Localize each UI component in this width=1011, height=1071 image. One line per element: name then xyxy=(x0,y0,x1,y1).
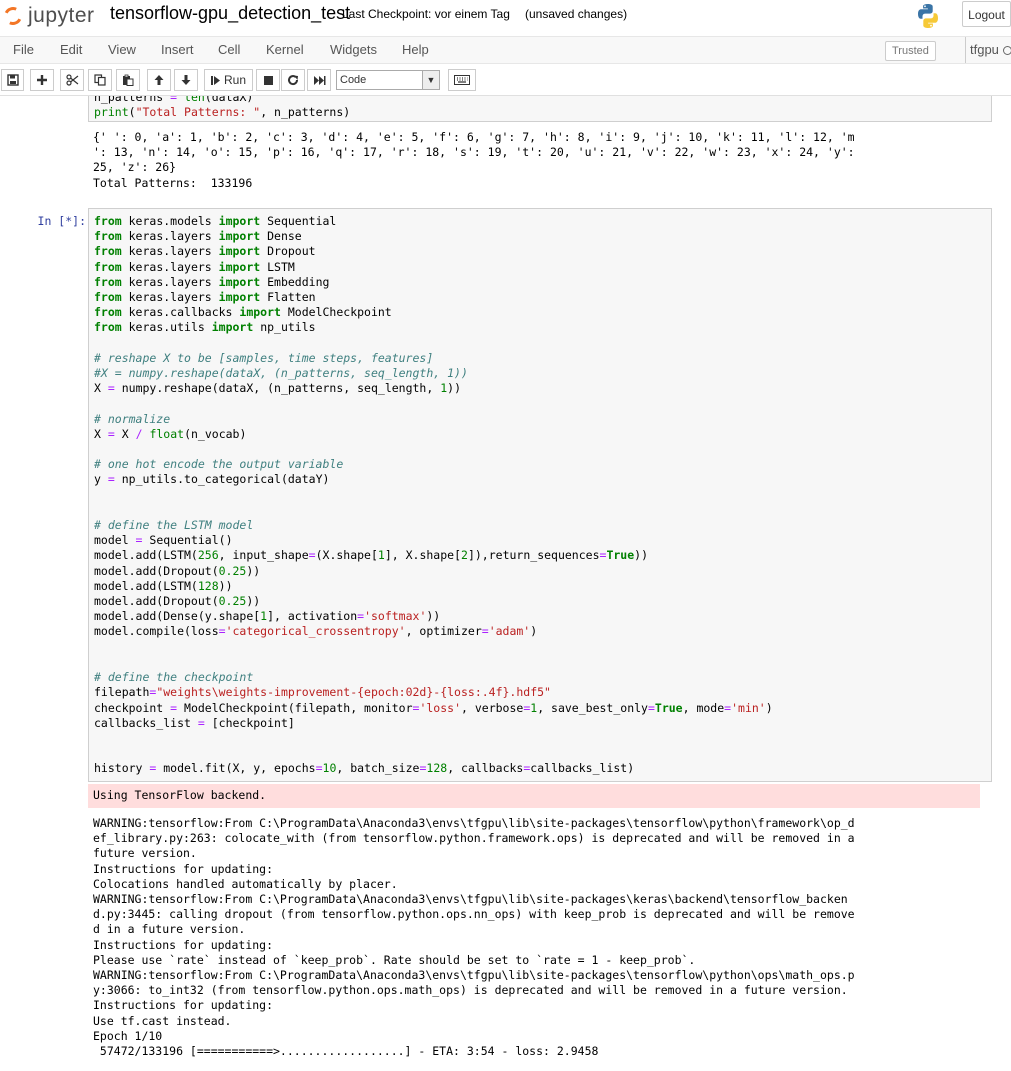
stream-output: WARNING:tensorflow:From C:\ProgramData\A… xyxy=(93,816,855,1059)
menu-help[interactable]: Help xyxy=(402,37,429,63)
move-up-icon xyxy=(154,75,164,85)
code-cell-input[interactable]: from keras.models import Sequential from… xyxy=(88,208,992,782)
insert-cell-button[interactable] xyxy=(30,69,54,91)
menu-view[interactable]: View xyxy=(108,37,136,63)
menu-cell[interactable]: Cell xyxy=(218,37,240,63)
paste-button[interactable] xyxy=(116,69,140,91)
fast-forward-icon xyxy=(313,75,325,85)
save-icon xyxy=(6,74,19,86)
add-cell-icon xyxy=(37,75,47,85)
last-checkpoint: Last Checkpoint: vor einem Tag xyxy=(342,7,510,21)
save-button[interactable] xyxy=(1,69,24,91)
jupyter-logo-icon xyxy=(1,4,25,28)
notebook-container[interactable]: n_patterns = len(dataX) print("Total Pat… xyxy=(0,96,1011,1071)
menubar: File Edit View Insert Cell Kernel Widget… xyxy=(0,36,1011,64)
menu-widgets[interactable]: Widgets xyxy=(330,37,377,63)
run-label: Run xyxy=(223,73,246,87)
python-logo-icon xyxy=(918,4,938,28)
move-down-icon xyxy=(181,75,191,85)
command-palette-button[interactable] xyxy=(448,69,476,91)
stderr-text: Using TensorFlow backend. xyxy=(93,788,267,802)
stop-icon xyxy=(263,75,273,85)
keyboard-icon xyxy=(454,75,470,85)
logo-text: jupyter xyxy=(28,4,95,27)
stderr-output: Using TensorFlow backend. xyxy=(88,784,980,808)
menu-insert[interactable]: Insert xyxy=(161,37,194,63)
trusted-badge[interactable]: Trusted xyxy=(885,41,936,61)
move-up-button[interactable] xyxy=(147,69,171,91)
logout-button[interactable]: Logout xyxy=(962,1,1011,27)
header: jupyter tensorflow-gpu_detection_test La… xyxy=(0,0,1011,34)
cell-code: from keras.models import Sequential from… xyxy=(94,214,773,776)
copy-button[interactable] xyxy=(88,69,112,91)
cut-button[interactable] xyxy=(60,69,84,91)
previous-cell-output: {' ': 0, 'a': 1, 'b': 2, 'c': 3, 'd': 4,… xyxy=(93,130,855,190)
kernel-name[interactable]: tfgpu xyxy=(965,37,999,63)
kernel-status-icon xyxy=(1003,46,1011,55)
toolbar: Run Code ▼ xyxy=(0,66,1011,96)
menu-kernel[interactable]: Kernel xyxy=(266,37,304,63)
restart-kernel-button[interactable] xyxy=(281,69,305,91)
cell-type-select[interactable]: Code ▼ xyxy=(336,70,440,90)
interrupt-kernel-button[interactable] xyxy=(256,69,280,91)
restart-run-all-button[interactable] xyxy=(307,69,331,91)
menu-file[interactable]: File xyxy=(13,37,34,63)
cell-type-value: Code xyxy=(340,74,367,86)
cut-icon xyxy=(65,74,78,86)
run-icon xyxy=(210,75,220,85)
restart-icon xyxy=(288,75,299,86)
previous-cell-code: n_patterns = len(dataX) print("Total Pat… xyxy=(94,96,351,120)
autosave-status: (unsaved changes) xyxy=(525,7,628,21)
paste-icon xyxy=(123,74,134,86)
run-button[interactable]: Run xyxy=(204,69,253,91)
copy-icon xyxy=(94,74,106,86)
jupyter-logo[interactable]: jupyter xyxy=(1,3,95,29)
move-down-button[interactable] xyxy=(174,69,198,91)
chevron-down-icon: ▼ xyxy=(422,71,439,89)
cell-prompt: In [*]: xyxy=(37,214,86,228)
previous-code-cell-input[interactable]: n_patterns = len(dataX) print("Total Pat… xyxy=(88,96,992,122)
menu-edit[interactable]: Edit xyxy=(60,37,82,63)
notebook-name[interactable]: tensorflow-gpu_detection_test xyxy=(110,3,350,24)
